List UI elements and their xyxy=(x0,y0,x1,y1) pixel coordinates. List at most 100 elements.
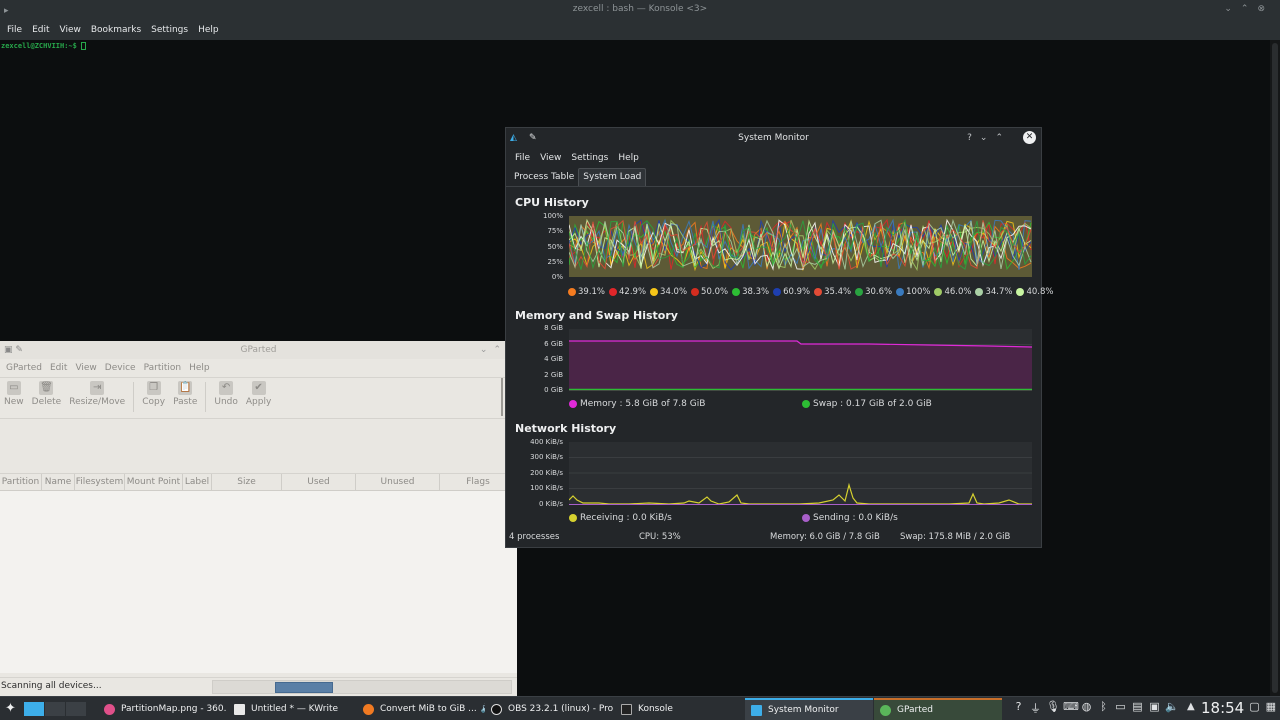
lock-icon[interactable]: ▢ xyxy=(1249,700,1259,713)
bluetooth-icon[interactable]: ᛒ xyxy=(1097,700,1110,716)
resize-move-button[interactable]: ⇥ Resize/Move xyxy=(69,378,125,407)
delete-icon: 🗑 xyxy=(39,381,54,395)
tab-system-load[interactable]: System Load xyxy=(578,168,647,186)
application-launcher-icon[interactable]: ✦ xyxy=(2,700,19,717)
pin-icon[interactable]: ✎ xyxy=(529,128,537,148)
konsole-titlebar[interactable]: ▸ zexcell : bash — Konsole <3> ⌄⌃⊗ xyxy=(0,0,1280,19)
steam-icon[interactable]: ◍ xyxy=(1080,700,1093,716)
col-label[interactable]: Label xyxy=(183,474,212,490)
desktop-2[interactable] xyxy=(45,702,65,716)
apply-button[interactable]: ✔ Apply xyxy=(246,378,271,407)
clipboard-icon[interactable]: ▤ xyxy=(1131,700,1144,716)
col-name[interactable]: Name xyxy=(42,474,75,490)
gparted-menubar: GParted Edit View Device Partition Help xyxy=(0,359,517,378)
virtual-desktop-pager[interactable] xyxy=(24,702,86,716)
close-icon[interactable]: ✕ xyxy=(1023,131,1036,144)
terminal-area[interactable]: zexcell@ZCHVIIH:~$ xyxy=(0,40,1280,52)
menu-view[interactable]: View xyxy=(60,25,81,35)
gparted-menu-edit[interactable]: Edit xyxy=(50,363,67,373)
help-icon[interactable]: ? xyxy=(1012,700,1025,716)
kdeconnect-icon[interactable]: ▭ xyxy=(1114,700,1127,716)
gparted-app-icon: ▣ ✎ xyxy=(4,345,23,355)
cpu-ytick: 100% xyxy=(542,212,563,220)
volume-icon[interactable]: 🔈 xyxy=(1165,700,1179,716)
swap-legend-label: Swap : 0.17 GiB of 2.0 GiB xyxy=(813,399,932,409)
cpu-legend-dot xyxy=(896,288,905,296)
gparted-menu-gparted[interactable]: GParted xyxy=(6,363,42,373)
menu-settings[interactable]: Settings xyxy=(151,25,188,35)
delete-button[interactable]: 🗑 Delete xyxy=(32,378,61,407)
sysmon-menu-settings[interactable]: Settings xyxy=(571,153,608,163)
clock[interactable]: 18:54 xyxy=(1201,699,1244,717)
col-unused[interactable]: Unused xyxy=(356,474,440,490)
menu-edit[interactable]: Edit xyxy=(32,25,49,35)
desktop-3[interactable] xyxy=(66,702,86,716)
window-controls[interactable]: ⌄⌃⊗ xyxy=(1224,0,1274,19)
task-kwrite[interactable]: Untitled * — KWrite xyxy=(228,698,356,720)
receiving-legend-dot xyxy=(569,514,577,522)
sysmon-menu-view[interactable]: View xyxy=(540,153,561,163)
sysmon-menu-file[interactable]: File xyxy=(515,153,530,163)
cpu-legend-label: 60.9% xyxy=(783,287,811,297)
cpu-legend-dot xyxy=(650,288,659,296)
resize-icon: ⇥ xyxy=(90,381,105,395)
network-plot xyxy=(569,442,1032,505)
menu-file[interactable]: File xyxy=(7,25,22,35)
show-desktop-icon[interactable]: ▦ xyxy=(1266,700,1276,713)
microphone-icon[interactable]: 🎙 xyxy=(1046,700,1060,716)
menu-help[interactable]: Help xyxy=(198,25,219,35)
tray-expand-icon[interactable]: ▲ xyxy=(1187,701,1195,712)
partition-list[interactable] xyxy=(0,491,517,673)
col-size[interactable]: Size xyxy=(212,474,282,490)
cpu-legend-item: 35.4% xyxy=(814,287,851,297)
cpu-legend-dot xyxy=(609,288,618,296)
mem-ytick: 6 GiB xyxy=(544,340,563,348)
col-filesystem[interactable]: Filesystem xyxy=(75,474,125,490)
new-button[interactable]: ▭ New xyxy=(4,378,24,407)
cpu-legend-dot xyxy=(814,288,823,296)
toolbar-separator xyxy=(205,382,207,412)
konsole-scrollbar[interactable] xyxy=(1270,40,1280,696)
gparted-menu-view[interactable]: View xyxy=(75,363,96,373)
paste-button[interactable]: 📋 Paste xyxy=(173,378,197,407)
task-obs[interactable]: OBS 23.2.1 (linux) - Prof... xyxy=(485,698,613,720)
col-used[interactable]: Used xyxy=(282,474,356,490)
gamepad-icon[interactable]: ⌨ xyxy=(1063,700,1079,716)
scrollbar-thumb[interactable] xyxy=(1272,43,1278,693)
cpu-legend-item: 38.3% xyxy=(732,287,769,297)
status-memory: Memory: 6.0 GiB / 7.8 GiB xyxy=(770,532,880,542)
desktop-1[interactable] xyxy=(24,702,44,716)
gparted-menu-partition[interactable]: Partition xyxy=(144,363,182,373)
sysmon-menu-help[interactable]: Help xyxy=(618,153,639,163)
copy-button[interactable]: ❐ Copy xyxy=(142,378,165,407)
cpu-legend-dot xyxy=(855,288,864,296)
gparted-titlebar[interactable]: ▣ ✎ GParted ⌄⌃ xyxy=(0,341,517,359)
task-partitionmap[interactable]: PartitionMap.png - 360... xyxy=(98,698,226,720)
konsole-menubar: File Edit View Bookmarks Settings Help xyxy=(0,19,1280,40)
cpu-legend-item: 40.8% xyxy=(1016,287,1053,297)
sysmon-menubar: File View Settings Help xyxy=(506,148,1041,167)
task-firefox[interactable]: Convert MiB to GiB ...🔊 xyxy=(357,698,485,720)
col-mount-point[interactable]: Mount Point xyxy=(125,474,183,490)
col-partition[interactable]: Partition xyxy=(0,474,42,490)
undo-button[interactable]: ↶ Undo xyxy=(214,378,238,407)
tab-process-table[interactable]: Process Table xyxy=(510,169,578,186)
cpu-legend-item: 39.1% xyxy=(568,287,605,297)
cpu-legend-dot xyxy=(691,288,700,296)
cpu-legend: 39.1% 42.9% 34.0% 50.0% 38.3% 60.9% 35.4% 30.6%… xyxy=(506,287,1053,299)
sysmon-help-min-max[interactable]: ?⌄⌃ xyxy=(967,128,1011,148)
cpu-legend-label: 46.0% xyxy=(944,287,972,297)
gparted-menu-help[interactable]: Help xyxy=(189,363,210,373)
task-gparted[interactable]: GParted xyxy=(874,698,1002,720)
usb-icon[interactable]: ⏚ xyxy=(1029,700,1042,716)
gparted-menu-device[interactable]: Device xyxy=(105,363,136,373)
task-label: OBS 23.2.1 (linux) - Prof... xyxy=(508,704,613,714)
shell-prompt: zexcell@ZCHVIIH:~$ xyxy=(1,42,77,50)
gparted-window-controls[interactable]: ⌄⌃ xyxy=(480,341,507,359)
memory-legend-label: Memory : 5.8 GiB of 7.8 GiB xyxy=(580,399,706,409)
menu-bookmarks[interactable]: Bookmarks xyxy=(91,25,141,35)
task-system-monitor[interactable]: System Monitor xyxy=(745,698,873,720)
sysmon-titlebar[interactable]: ◭ ✎ System Monitor ?⌄⌃ ✕ xyxy=(506,128,1041,148)
task-konsole[interactable]: Konsole xyxy=(615,698,743,720)
display-icon[interactable]: ▣ xyxy=(1148,700,1161,716)
